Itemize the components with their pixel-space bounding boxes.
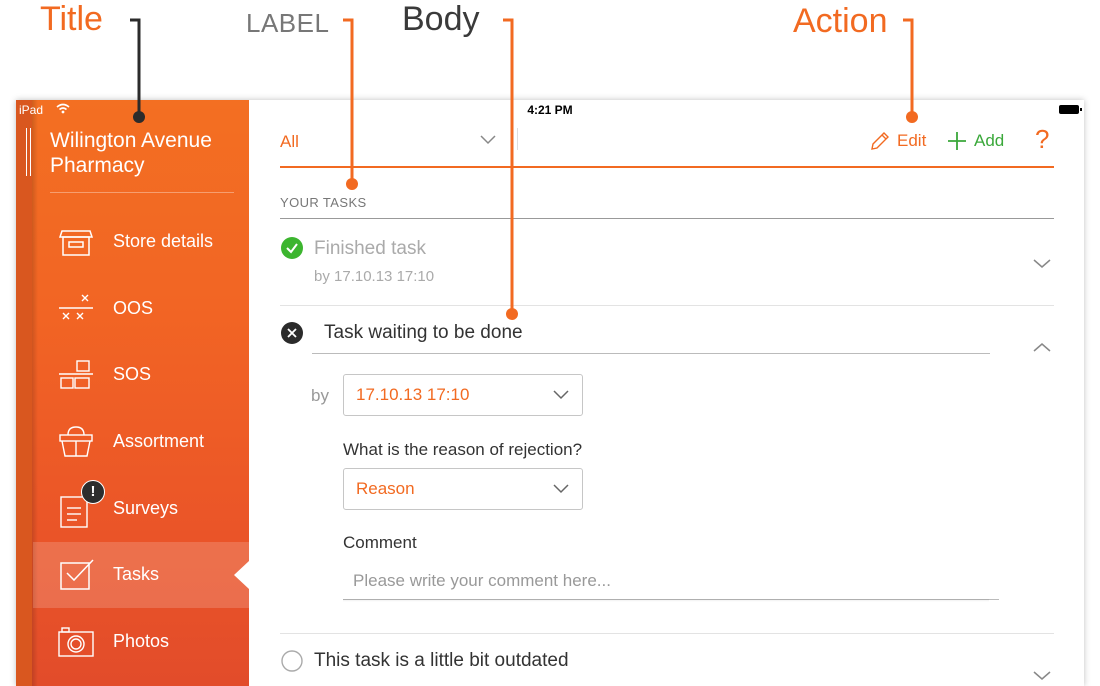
active-indicator — [234, 561, 249, 589]
sidebar-item-label: Assortment — [113, 431, 205, 451]
label-leader — [343, 18, 354, 183]
camera-icon — [58, 627, 94, 657]
body-leader-dot — [506, 308, 518, 320]
title-leader — [130, 18, 141, 116]
checkbox-icon — [60, 559, 94, 590]
comment-label: Comment — [343, 533, 417, 552]
sidebar-item-assortment[interactable]: Assortment — [33, 409, 249, 475]
sidebar-item-surveys[interactable]: ! Surveys — [33, 476, 249, 542]
reason-value: Reason — [356, 479, 415, 498]
chevron-down-icon[interactable] — [1032, 668, 1052, 682]
title-leader-dot — [133, 111, 145, 123]
sidebar-item-tasks[interactable]: Tasks — [33, 542, 249, 608]
reason-question: What is the reason of rejection? — [343, 440, 583, 459]
empty-circle-icon[interactable] — [281, 650, 303, 672]
action-leader-dot — [906, 111, 918, 123]
action-leader — [903, 18, 914, 116]
label-leader-dot — [346, 178, 358, 190]
row-divider — [280, 633, 1054, 634]
annotation-leaders — [130, 18, 918, 320]
comment-input[interactable] — [343, 563, 999, 600]
sidebar-item-label: Photos — [113, 631, 170, 651]
basket-icon — [59, 426, 93, 457]
task-title: This task is a little bit outdated — [314, 650, 569, 671]
chevron-down-icon — [553, 484, 569, 494]
alert-badge: ! — [81, 480, 105, 504]
sidebar-item-label: Tasks — [113, 564, 160, 584]
sidebar-item-label: Surveys — [113, 498, 179, 518]
sidebar-item-photos[interactable]: Photos — [33, 609, 249, 675]
input-shadow — [343, 599, 989, 602]
reason-select[interactable]: Reason — [343, 468, 583, 510]
body-leader — [503, 18, 514, 313]
